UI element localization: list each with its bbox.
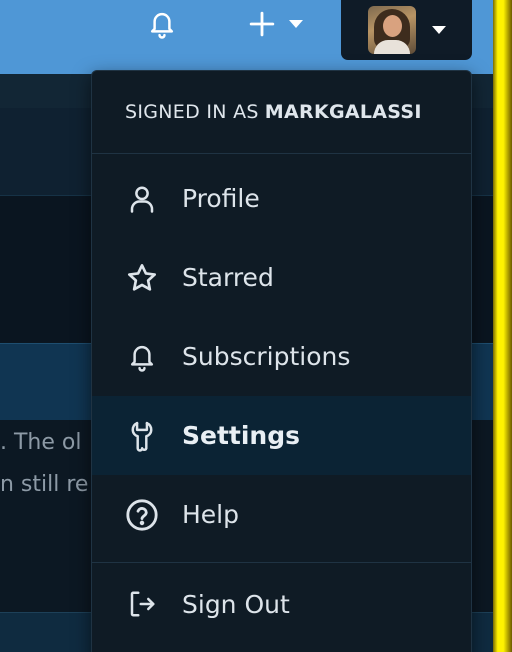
- top-navbar: [0, 0, 493, 74]
- menu-item-label: Profile: [182, 184, 260, 213]
- star-icon: [125, 261, 159, 295]
- chevron-down-icon: [431, 26, 446, 34]
- menu-item-settings[interactable]: Settings: [92, 396, 471, 475]
- window-edge-stripe: [493, 0, 512, 652]
- menu-item-label: Help: [182, 500, 239, 529]
- page: . The ol n still re SIGNED IN AS MARKGAL…: [0, 0, 512, 652]
- user-menu-button[interactable]: [341, 0, 472, 60]
- menu-list: Profile Starred Subscriptions Settings H…: [92, 154, 471, 645]
- signed-in-prefix: SIGNED IN AS: [125, 101, 259, 123]
- menu-item-starred[interactable]: Starred: [92, 238, 471, 317]
- sign-out-icon: [125, 587, 159, 621]
- avatar: [367, 6, 416, 54]
- user-icon: [125, 182, 159, 216]
- background-text-line: n still re: [0, 472, 89, 497]
- menu-item-label: Sign Out: [182, 589, 290, 619]
- signed-in-header: SIGNED IN AS MARKGALASSI: [92, 71, 471, 154]
- background-text-line: . The ol: [0, 430, 82, 455]
- menu-item-subscriptions[interactable]: Subscriptions: [92, 317, 471, 396]
- menu-item-label: Settings: [182, 421, 301, 450]
- create-new-button[interactable]: [238, 4, 314, 44]
- bell-icon: [150, 12, 174, 39]
- menu-item-sign-out[interactable]: Sign Out: [92, 563, 471, 645]
- wrench-icon: [125, 419, 159, 453]
- user-dropdown-menu: SIGNED IN AS MARKGALASSI Profile Starred…: [91, 70, 472, 652]
- menu-item-profile[interactable]: Profile: [92, 159, 471, 238]
- menu-item-label: Subscriptions: [182, 342, 351, 371]
- plus-icon: [249, 11, 275, 37]
- menu-item-label: Starred: [182, 263, 274, 292]
- menu-item-help[interactable]: Help: [92, 475, 471, 554]
- help-circle-icon: [125, 498, 159, 532]
- bell-icon: [125, 340, 159, 374]
- notifications-button[interactable]: [140, 4, 184, 44]
- signed-in-username: MARKGALASSI: [264, 101, 422, 123]
- chevron-down-icon: [289, 20, 303, 28]
